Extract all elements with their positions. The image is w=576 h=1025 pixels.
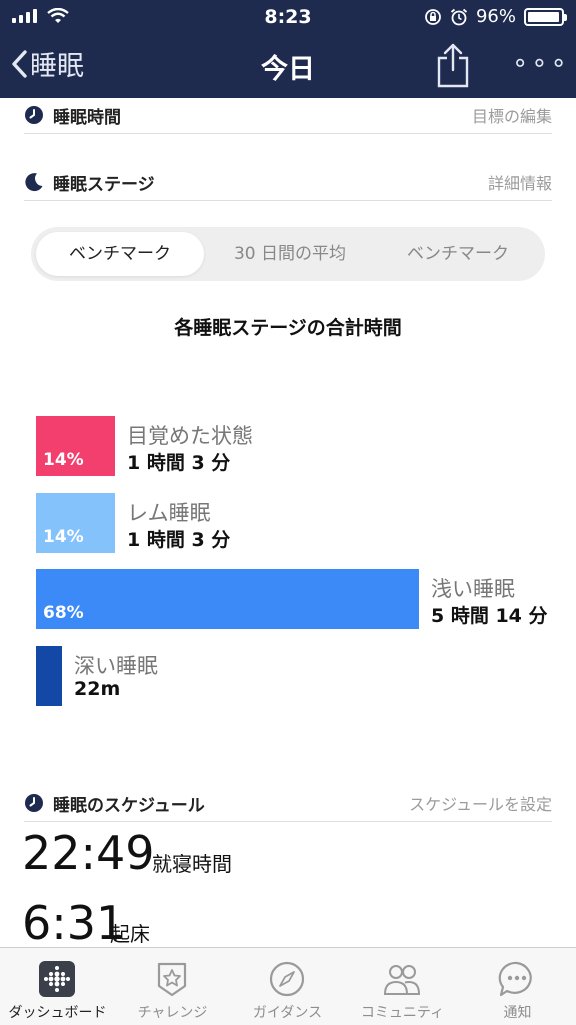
share-icon[interactable] <box>436 42 470 88</box>
status-right: 96% <box>424 6 567 27</box>
set-schedule-link[interactable]: スケジュールを設定 <box>409 791 552 815</box>
section-label: 睡眠のスケジュール <box>53 796 205 816</box>
stage-duration: 22m <box>74 678 121 700</box>
section-sleep-time: 睡眠時間 目標の編集 <box>24 97 552 134</box>
tab-label: ガイダンス <box>252 1005 323 1021</box>
header: 8:23 96% 睡眠 今日 ∘∘∘ <box>0 0 576 98</box>
tab-bar: ダッシュボード チャレンジ ガイダンス コミュニティ 通知 <box>0 947 576 1025</box>
tab-notifications[interactable]: 通知 <box>460 948 575 1025</box>
stage-duration: 1 時間 3 分 <box>127 529 231 551</box>
section-sleep-stages: 睡眠ステージ 詳細情報 <box>24 164 552 201</box>
segment-benchmark[interactable]: ベンチマーク <box>36 232 204 276</box>
tab-label: コミュニティ <box>360 1005 445 1021</box>
segment-30day-average[interactable]: 30 日間の平均 <box>206 232 374 276</box>
segmented-control: ベンチマーク 30 日間の平均 ベンチマーク <box>31 227 545 281</box>
bar-2: 68% <box>36 569 419 629</box>
details-link[interactable]: 詳細情報 <box>488 170 552 194</box>
compass-icon <box>269 961 305 997</box>
nav-bar: 睡眠 今日 ∘∘∘ <box>0 34 576 98</box>
section-sleep-schedule: 睡眠のスケジュール スケジュールを設定 <box>24 785 552 822</box>
battery-percent: 96% <box>475 6 516 27</box>
tab-label: ダッシュボード <box>8 1005 107 1021</box>
wake-time-label: 起床 <box>110 922 150 946</box>
edit-goal-link[interactable]: 目標の編集 <box>472 103 552 127</box>
stage-duration: 1 時間 3 分 <box>127 452 231 474</box>
tab-challenges[interactable]: チャレンジ <box>115 948 230 1025</box>
stage-label: 浅い睡眠 <box>431 577 515 601</box>
stage-label: レム睡眠 <box>127 501 211 525</box>
clock-icon <box>25 106 43 124</box>
tab-label: 通知 <box>503 1005 532 1021</box>
bar-3 <box>36 646 62 706</box>
orientation-lock-icon <box>425 8 441 25</box>
moon-icon <box>25 173 43 192</box>
status-bar: 8:23 96% <box>0 0 576 34</box>
stage-duration: 5 時間 14 分 <box>431 605 548 627</box>
clock-icon <box>25 794 43 812</box>
stage-label: 目覚めた状態 <box>127 424 253 448</box>
battery-fill <box>528 11 559 22</box>
alarm-icon <box>450 8 468 25</box>
bar-1: 14% <box>36 493 115 553</box>
tab-dashboard[interactable]: ダッシュボード <box>0 948 115 1025</box>
chat-bubble-icon <box>498 961 532 997</box>
section-label: 睡眠時間 <box>53 108 121 128</box>
people-icon <box>383 965 421 995</box>
section-label: 睡眠ステージ <box>53 175 155 195</box>
bedtime-label: 就寝時間 <box>152 852 232 876</box>
more-options-icon[interactable]: ∘∘∘ <box>512 48 570 78</box>
bar-percent-label: 68% <box>43 603 84 623</box>
star-badge-icon <box>157 962 187 997</box>
page-title: 今日 <box>261 54 315 85</box>
dashboard-icon <box>39 961 75 997</box>
tab-community[interactable]: コミュニティ <box>345 948 460 1025</box>
chart-title: 各睡眠ステージの合計時間 <box>174 317 402 339</box>
bar-0: 14% <box>36 416 115 476</box>
tab-guidance[interactable]: ガイダンス <box>230 948 345 1025</box>
bar-percent-label: 14% <box>43 450 84 470</box>
segment-benchmark-2[interactable]: ベンチマーク <box>374 232 542 276</box>
battery-icon <box>524 7 567 26</box>
bar-percent-label: 14% <box>43 527 84 547</box>
bedtime-value: 22:49 <box>22 826 155 880</box>
tab-label: チャレンジ <box>137 1005 208 1021</box>
stage-label: 深い睡眠 <box>74 654 158 678</box>
